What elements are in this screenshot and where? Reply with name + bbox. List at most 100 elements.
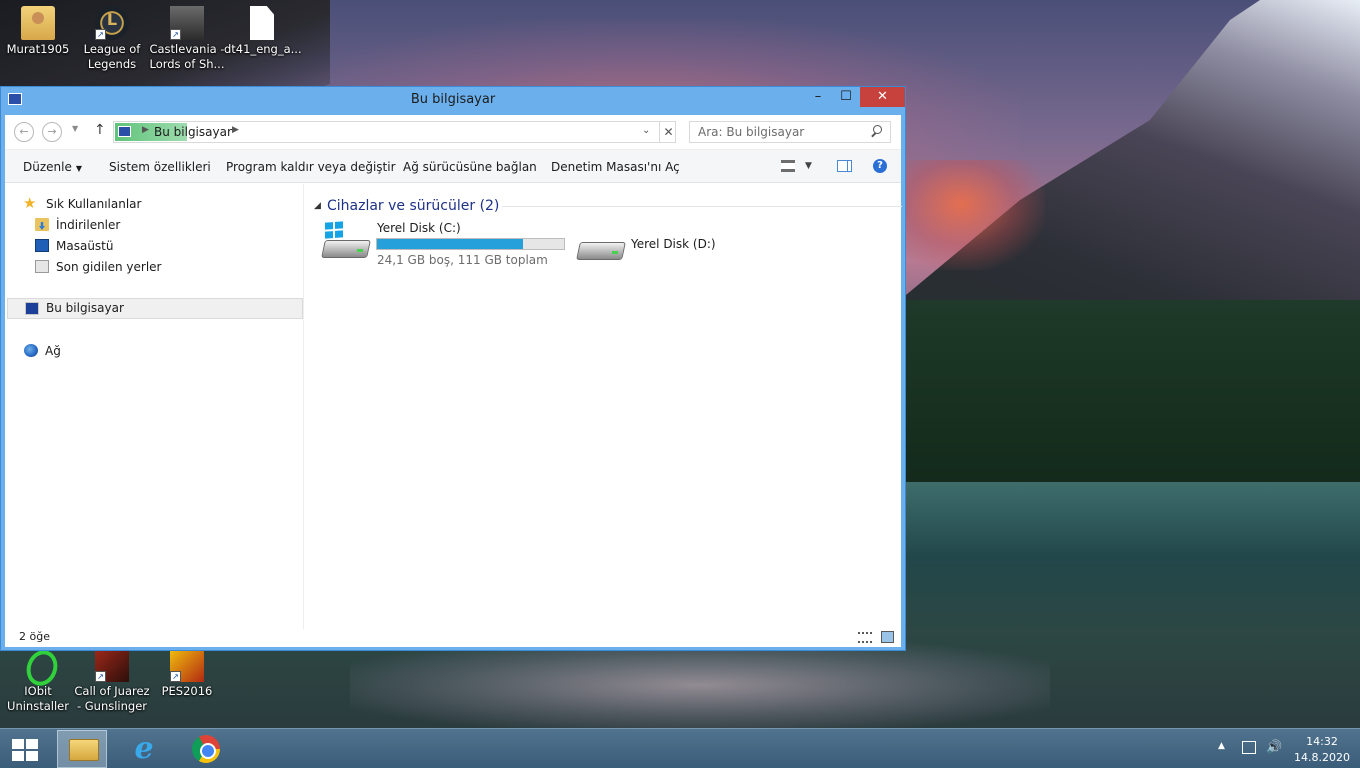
windows-logo-icon [26, 739, 38, 749]
collapse-group-icon[interactable]: ◢ [314, 201, 321, 211]
castlevania-icon: ↗ [170, 6, 204, 40]
preview-pane-icon[interactable] [837, 160, 852, 172]
details-view-icon[interactable] [858, 632, 872, 643]
uninstall-program-button[interactable]: Program kaldır veya değiştir [226, 160, 396, 174]
forward-button[interactable]: → [42, 122, 62, 142]
forward-arrow-icon: → [47, 125, 57, 138]
map-network-drive-button[interactable]: Ağ sürücüsüne bağlan [403, 160, 537, 174]
window-body: ← → ▼ ↑ ▶ Bu bilgisayar ▶ ⌄ ✕ Ara: Bu bi… [5, 115, 902, 647]
desktop-icon-call-of-juarez[interactable]: ↗ Call of Juarez - Gunslinger [74, 648, 150, 714]
wallpaper-lake-reflection [350, 640, 1050, 730]
drive-space-info: 24,1 GB boş, 111 GB toplam [377, 253, 548, 267]
call-of-juarez-icon: ↗ [95, 648, 129, 682]
nav-item-downloads[interactable]: İndirilenler [35, 215, 235, 236]
volume-icon[interactable]: 🔊 [1266, 740, 1282, 768]
clock-date[interactable]: 14.8.2020 [1290, 751, 1354, 764]
desktop-icon-label-line2: Lords of Sh... [149, 57, 225, 71]
breadcrumb-this-pc[interactable]: Bu bilgisayar [154, 125, 232, 139]
breadcrumb-chevron-icon[interactable]: ▶ [142, 125, 149, 135]
drive-name: Yerel Disk (C:) [377, 221, 461, 235]
show-hidden-icons-icon[interactable]: ▲ [1218, 741, 1225, 768]
iobit-icon [21, 648, 55, 682]
taskbar-chrome[interactable] [180, 730, 230, 768]
back-button[interactable]: ← [14, 122, 34, 142]
command-bar: Düzenle ▼ Sistem özellikleri Program kald… [5, 149, 901, 183]
search-icon[interactable] [870, 125, 882, 137]
nav-item-label: Bu bilgisayar [46, 301, 124, 315]
internet-explorer-icon: e [134, 731, 154, 766]
system-properties-button[interactable]: Sistem özellikleri [109, 160, 211, 174]
clock-time[interactable]: 14:32 [1300, 735, 1344, 748]
drive-usage-bar [376, 238, 565, 250]
maximize-button[interactable]: ☐ [832, 87, 860, 107]
shortcut-arrow-icon: ↗ [95, 671, 106, 682]
hard-drive-led [357, 249, 363, 252]
open-control-panel-button[interactable]: Denetim Masası'nı Aç [551, 160, 680, 174]
window-title-bar[interactable]: Bu bilgisayar – ☐ ✕ [1, 87, 905, 113]
search-placeholder: Ara: Bu bilgisayar [698, 125, 805, 139]
taskbar-file-explorer[interactable] [57, 730, 107, 768]
up-button[interactable]: ↑ [94, 122, 106, 138]
hard-drive-body [321, 240, 371, 258]
desktop-icon-label-line2: - Gunslinger [76, 699, 148, 713]
hard-drive-led [612, 251, 618, 254]
windows-logo-icon [12, 739, 24, 749]
nav-item-desktop[interactable]: Masaüstü [35, 236, 235, 257]
large-icons-view-icon[interactable] [881, 631, 894, 643]
file-explorer-icon [69, 739, 99, 761]
help-icon[interactable]: ? [873, 159, 887, 173]
chrome-icon [192, 735, 220, 763]
desktop-icon-label-line2: Uninstaller [7, 699, 69, 713]
wallpaper-forest [905, 300, 1360, 485]
desktop-icon-pes2016[interactable]: ↗ PES2016 [149, 648, 225, 699]
desktop-icon-label: Murat1905 [6, 42, 70, 56]
address-bar[interactable]: ▶ Bu bilgisayar ▶ ⌄ ✕ [113, 121, 676, 143]
desktop-icon-castlevania[interactable]: ↗ Castlevania - Lords of Sh... [149, 6, 225, 72]
nav-item-this-pc[interactable]: Bu bilgisayar [7, 298, 303, 319]
chevron-down-icon: ▼ [75, 164, 83, 173]
taskbar: e ▲ 🔊 14:32 14.8.2020 [0, 728, 1360, 768]
address-row: ← → ▼ ↑ ▶ Bu bilgisayar ▶ ⌄ ✕ Ara: Bu bi… [5, 115, 901, 147]
hard-drive-icon [321, 221, 371, 262]
windows-logo-icon [26, 751, 38, 761]
downloads-folder-icon [35, 218, 49, 231]
navigation-pane: ★ Sık Kullanılanlar İndirilenler Masaüst… [5, 184, 304, 629]
desktop-icon-dt41-file[interactable]: dt41_eng_a... [224, 6, 302, 57]
desktop-icon-label: IObit [24, 684, 52, 698]
network-status-icon[interactable] [1242, 741, 1256, 754]
desktop-icon-label: PES2016 [161, 684, 213, 698]
desktop-icon-iobit-uninstaller[interactable]: IObit Uninstaller [0, 648, 76, 714]
explorer-window: Bu bilgisayar – ☐ ✕ ← → ▼ ↑ ▶ Bu bilgisa… [0, 86, 906, 651]
drive-d[interactable]: Yerel Disk (D:) [576, 237, 758, 268]
desktop-icon-murat1905[interactable]: Murat1905 [0, 6, 76, 57]
nav-item-recent-places[interactable]: Son gidilen yerler [35, 257, 235, 278]
close-button[interactable]: ✕ [860, 87, 905, 107]
desktop-icon-league-of-legends[interactable]: ↗ League of Legends [74, 6, 150, 72]
windows-logo-icon [325, 221, 343, 239]
league-of-legends-icon: ↗ [95, 6, 129, 40]
nav-item-favorites[interactable]: ★ Sık Kullanılanlar [23, 194, 223, 215]
desktop-icon-label: League of [83, 42, 141, 56]
organize-button[interactable]: Düzenle ▼ [23, 160, 82, 174]
start-button[interactable] [10, 738, 38, 762]
devices-group-header[interactable]: ◢ Cihazlar ve sürücüler (2) [314, 198, 902, 214]
chevron-down-icon[interactable]: ▼ [805, 161, 812, 171]
desktop-icon [35, 239, 49, 252]
nav-item-network[interactable]: Ağ [24, 341, 224, 362]
recent-locations-chevron-icon[interactable]: ▼ [72, 124, 78, 133]
view-options-icon[interactable] [781, 160, 795, 172]
breadcrumb-chevron-icon[interactable]: ▶ [232, 125, 239, 135]
taskbar-internet-explorer[interactable]: e [118, 730, 168, 768]
shortcut-arrow-icon: ↗ [95, 29, 106, 40]
drive-c[interactable]: Yerel Disk (C:) 24,1 GB boş, 111 GB topl… [321, 221, 573, 272]
minimize-button[interactable]: – [804, 87, 832, 107]
nav-item-label: İndirilenler [56, 218, 121, 232]
search-input[interactable]: Ara: Bu bilgisayar [689, 121, 891, 143]
window-title: Bu bilgisayar [410, 92, 496, 107]
windows-logo-icon [12, 751, 24, 761]
nav-item-label: Ağ [45, 344, 61, 358]
address-clear-button[interactable]: ✕ [659, 122, 677, 142]
address-dropdown-icon[interactable]: ⌄ [642, 125, 650, 136]
computer-icon [25, 302, 39, 315]
file-icon [250, 6, 274, 40]
